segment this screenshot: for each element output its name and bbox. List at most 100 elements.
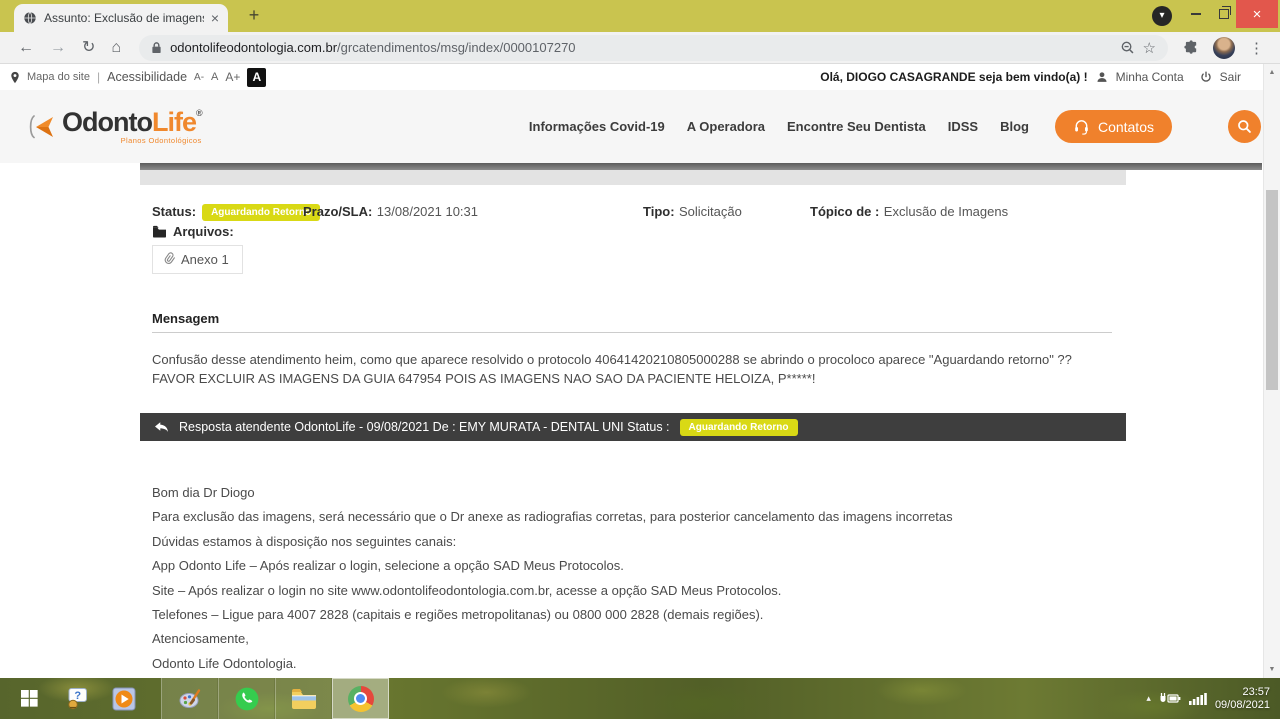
power-icon [1200,71,1212,83]
svg-text:?: ? [74,690,81,702]
nav-informacoes-covid[interactable]: Informações Covid-19 [529,119,665,134]
nav-encontre-seu-dentista[interactable]: Encontre Seu Dentista [787,119,926,134]
taskbar-help-button[interactable]: ? [53,678,100,719]
forward-icon[interactable]: → [50,39,66,56]
tray-chevron-icon[interactable]: ▴ [1146,693,1151,704]
window-close-button[interactable]: × [1236,0,1278,28]
tab-close-icon[interactable]: × [211,11,219,25]
font-normal-button[interactable]: A [211,71,218,83]
nav-blog[interactable]: Blog [1000,119,1029,134]
status-field: Status: Aguardando Retorno [152,203,321,221]
taskbar-clock[interactable]: 23:57 09/08/2021 [1215,686,1270,712]
mensagem-divider [152,332,1112,333]
status-label: Status: [152,204,197,219]
taskbar-file-explorer-button[interactable] [275,678,332,719]
menu-kebab-icon[interactable]: ⋮ [1249,39,1264,57]
anexo-link[interactable]: Anexo 1 [152,245,243,274]
page-scrollbar[interactable]: ▲ ▼ [1263,64,1280,678]
url-path: /grcatendimentos/msg/index/0000107270 [337,40,576,55]
zoom-out-icon[interactable] [1120,40,1135,55]
odontolife-logo[interactable]: OdontoLife® Planos Odontológicos [26,106,203,145]
tipo-label: Tipo: [643,204,675,219]
browser-tab[interactable]: Assunto: Exclusão de imagens - P × [14,4,228,32]
close-icon: × [1252,5,1262,23]
link-minha-conta[interactable]: Minha Conta [1116,70,1184,84]
welcome-text: Olá, DIOGO CASAGRANDE seja bem vindo(a) … [820,70,1088,84]
windows-taskbar: ? ▴ 23:57 09/08/2021 [0,678,1280,719]
link-sair[interactable]: Sair [1220,70,1241,84]
taskbar-paint-button[interactable] [161,678,218,719]
resposta-line: Site – Após realizar o login no site www… [152,582,782,598]
window-restore-button[interactable] [1210,0,1238,28]
file-explorer-icon [291,688,316,709]
reload-icon[interactable]: ↻ [82,39,95,56]
contatos-label: Contatos [1097,118,1154,135]
logo-reg: ® [195,107,203,118]
mensagem-text: Confusão desse atendimento heim, como qu… [152,352,1072,386]
arquivos-label: Arquivos: [173,224,234,239]
scrollbar-thumb[interactable] [1266,190,1278,390]
new-tab-button[interactable]: + [244,6,264,26]
whatsapp-icon [235,687,258,710]
nav-a-operadora[interactable]: A Operadora [687,119,765,134]
taskbar-media-player-button[interactable] [100,678,147,719]
start-button[interactable] [6,678,53,719]
globe-favicon-icon [23,11,37,25]
back-icon[interactable]: ← [18,39,34,56]
browser-address-bar: ← → ↻ ⌂ odontolifeodontologia.com.br/grc… [0,32,1280,64]
topico-value: Exclusão de Imagens [883,204,1009,219]
resposta-body: Bom dia Dr Diogo Para exclusão das image… [152,481,1122,676]
media-player-icon [112,687,135,710]
resposta-line: App Odonto Life – Após realizar o login,… [152,558,624,574]
chevron-down-icon: ▾ [1159,10,1165,21]
site-accessibility-bar: Mapa do site | Acessibilidade A- A A+ A … [0,64,1263,90]
resposta-header-bar: Resposta atendente OdontoLife - 09/08/20… [140,413,1126,441]
taskbar-chrome-button[interactable] [332,678,389,719]
tab-title: Assunto: Exclusão de imagens - P [44,11,204,25]
system-tray: ▴ 23:57 09/08/2021 [1146,686,1280,712]
window-minimize-button[interactable] [1182,0,1210,28]
site-search-button[interactable] [1228,110,1261,143]
home-icon[interactable]: ⌂ [111,39,121,56]
high-contrast-button[interactable]: A [247,67,267,87]
clock-date: 09/08/2021 [1214,698,1270,711]
main-nav: Informações Covid-19 A Operadora Encontr… [529,110,1261,143]
resposta-line: Bom dia Dr Diogo [152,485,255,500]
contatos-button[interactable]: Contatos [1054,110,1172,143]
font-larger-button[interactable]: A+ [225,70,240,84]
separator: | [96,70,101,84]
panel-top-light-bar [140,170,1126,185]
browser-update-icon[interactable]: ▾ [1152,6,1172,26]
resposta-header-text: Resposta atendente OdontoLife - 09/08/20… [179,420,670,434]
extensions-puzzle-icon[interactable] [1184,40,1199,55]
battery-icon[interactable] [1159,692,1181,705]
nav-idss[interactable]: IDSS [948,119,978,134]
logo-odonto: Odonto [62,106,153,137]
prazo-label: Prazo/SLA: [303,204,373,219]
url-input[interactable]: odontolifeodontologia.com.br/grcatendime… [139,34,1168,61]
search-icon [1238,120,1251,133]
paperclip-icon [159,249,179,270]
map-pin-icon [10,71,20,84]
headset-icon [1073,118,1090,135]
bookmark-star-icon[interactable]: ☆ [1143,39,1156,57]
url-text: odontolifeodontologia.com.br/grcatendime… [170,40,575,55]
link-mapa-do-site[interactable]: Mapa do site [27,71,90,83]
screen: Assunto: Exclusão de imagens - P × + ▾ ×… [0,0,1280,719]
taskbar-whatsapp-button[interactable] [218,678,275,719]
restore-icon [1219,6,1231,19]
profile-avatar[interactable] [1213,36,1235,59]
lock-icon [151,41,162,54]
resposta-line: Dúvidas estamos à disposição nos seguint… [152,533,457,549]
site-header: OdontoLife® Planos Odontológicos Informa… [0,90,1280,163]
scroll-up-icon[interactable]: ▲ [1264,69,1280,76]
paint-icon [179,688,200,708]
topico-field: Tópico de : Exclusão de Imagens [810,203,1008,221]
panel-top-dark-bar [140,163,1262,170]
logo-subtitle: Planos Odontológicos [120,135,202,145]
arquivos-row: Arquivos: [152,224,234,239]
scroll-down-icon[interactable]: ▼ [1264,666,1280,673]
font-smaller-button[interactable]: A- [194,72,204,83]
network-signal-icon[interactable] [1188,692,1207,705]
reply-icon [154,421,169,434]
